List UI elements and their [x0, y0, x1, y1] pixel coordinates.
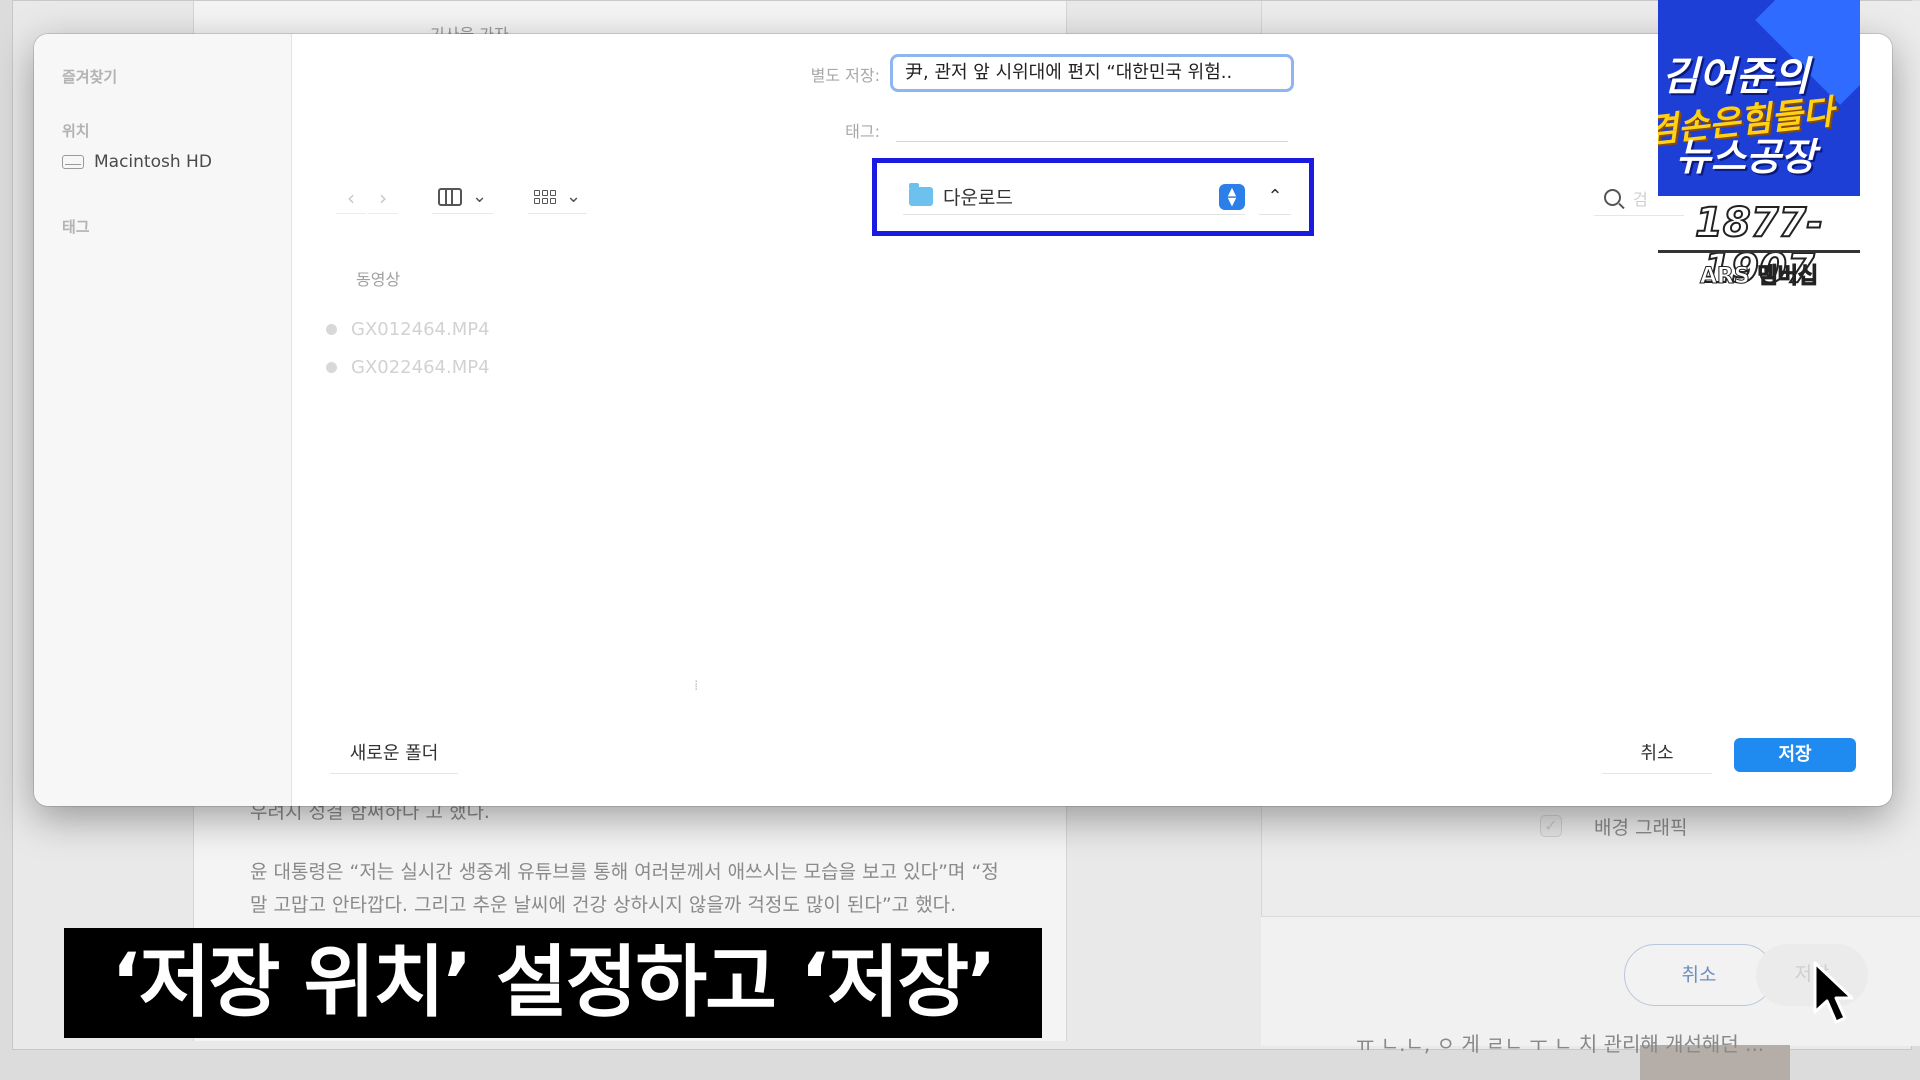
new-folder-button[interactable]: 새로운 폴더 — [330, 736, 458, 774]
phone-divider — [1658, 250, 1860, 253]
chevron-down-icon: ⌄ — [566, 186, 582, 207]
save-dialog: 즐겨찾기 위치 Macintosh HD 태그 별도 저장: 尹, 관저 앞 시… — [34, 34, 1892, 806]
dialog-sidebar: 즐겨찾기 위치 Macintosh HD 태그 — [34, 34, 292, 806]
column-view-button[interactable]: ⌄ — [432, 180, 494, 214]
background-graphics-label: 배경 그래픽 — [1594, 817, 1688, 839]
article-line: 윤 대통령은 “저는 실시간 생중계 유튜브를 통해 여러분께서 애쓰시는 모습… — [250, 861, 999, 883]
favorites-heading: 즐겨찾기 — [62, 68, 118, 86]
location-highlight: 다운로드 ▲ ▼ ⌃ — [872, 158, 1314, 236]
location-popup-button[interactable]: 다운로드 ▲ ▼ — [903, 179, 1245, 215]
popup-stepper-icon: ▲ ▼ — [1219, 183, 1245, 210]
expand-toggle-button[interactable]: ⌃ — [1259, 179, 1291, 215]
drive-icon — [62, 155, 84, 169]
tags-label: 태그: — [845, 122, 880, 141]
cancel-button[interactable]: 취소 — [1602, 736, 1712, 774]
search-placeholder: 검 — [1633, 189, 1648, 209]
save-as-input[interactable]: 尹, 관저 앞 시위대에 편지 “대한민국 위험.. — [890, 54, 1294, 92]
tags-input[interactable] — [896, 112, 1288, 142]
file-item[interactable]: GX022464.MP4 — [326, 357, 490, 378]
save-button[interactable]: 저장 — [1734, 738, 1856, 772]
columns-icon — [438, 187, 462, 206]
back-button[interactable]: ‹ — [336, 182, 366, 214]
print-cancel-button[interactable]: 취소 — [1624, 944, 1774, 1006]
file-section-heading: 동영상 — [356, 270, 401, 289]
channel-logo: 김어준의 겸손은힘들다 뉴스공장 — [1658, 0, 1860, 196]
file-icon — [326, 324, 337, 335]
group-view-button[interactable]: ⌄ — [528, 180, 588, 214]
subtitle-caption: ‘저장 위치’ 설정하고 ‘저장’ — [64, 928, 1042, 1038]
forward-button[interactable]: › — [368, 182, 398, 214]
footer-text: ㅠ ㄴ.ㄴ, ㅇ 게 ㄹㄴ ㅜ ㄴ 치 관리해 개선해던 ... — [1356, 1032, 1765, 1056]
logo-program: 뉴스공장 — [1676, 135, 1816, 179]
save-as-label: 별도 저장: — [810, 66, 880, 85]
file-name: GX022464.MP4 — [351, 357, 490, 378]
location-name: 다운로드 — [943, 187, 1013, 209]
file-icon — [326, 362, 337, 373]
locations-heading: 위치 — [62, 122, 90, 140]
sidebar-item-macintosh-hd[interactable]: Macintosh HD — [62, 152, 212, 172]
file-name: GX012464.MP4 — [351, 319, 490, 340]
sidebar-item-label: Macintosh HD — [94, 152, 212, 172]
chevron-down-icon: ⌄ — [472, 186, 488, 207]
tags-heading: 태그 — [62, 218, 90, 236]
grid-icon — [534, 189, 556, 204]
background-graphics-checkbox[interactable]: ✓ — [1540, 815, 1562, 837]
mouse-cursor-icon — [1813, 961, 1854, 1024]
folder-icon — [909, 183, 933, 206]
article-line: 말 고맙고 안타깝다. 그리고 추운 날씨에 건강 상하시지 않을까 걱정도 많… — [250, 894, 957, 916]
ars-label: ARS 멤버십 — [1699, 264, 1819, 290]
pane-splitter[interactable]: ⁞ — [694, 678, 698, 694]
file-item[interactable]: GX012464.MP4 — [326, 319, 490, 340]
search-icon — [1604, 189, 1621, 206]
